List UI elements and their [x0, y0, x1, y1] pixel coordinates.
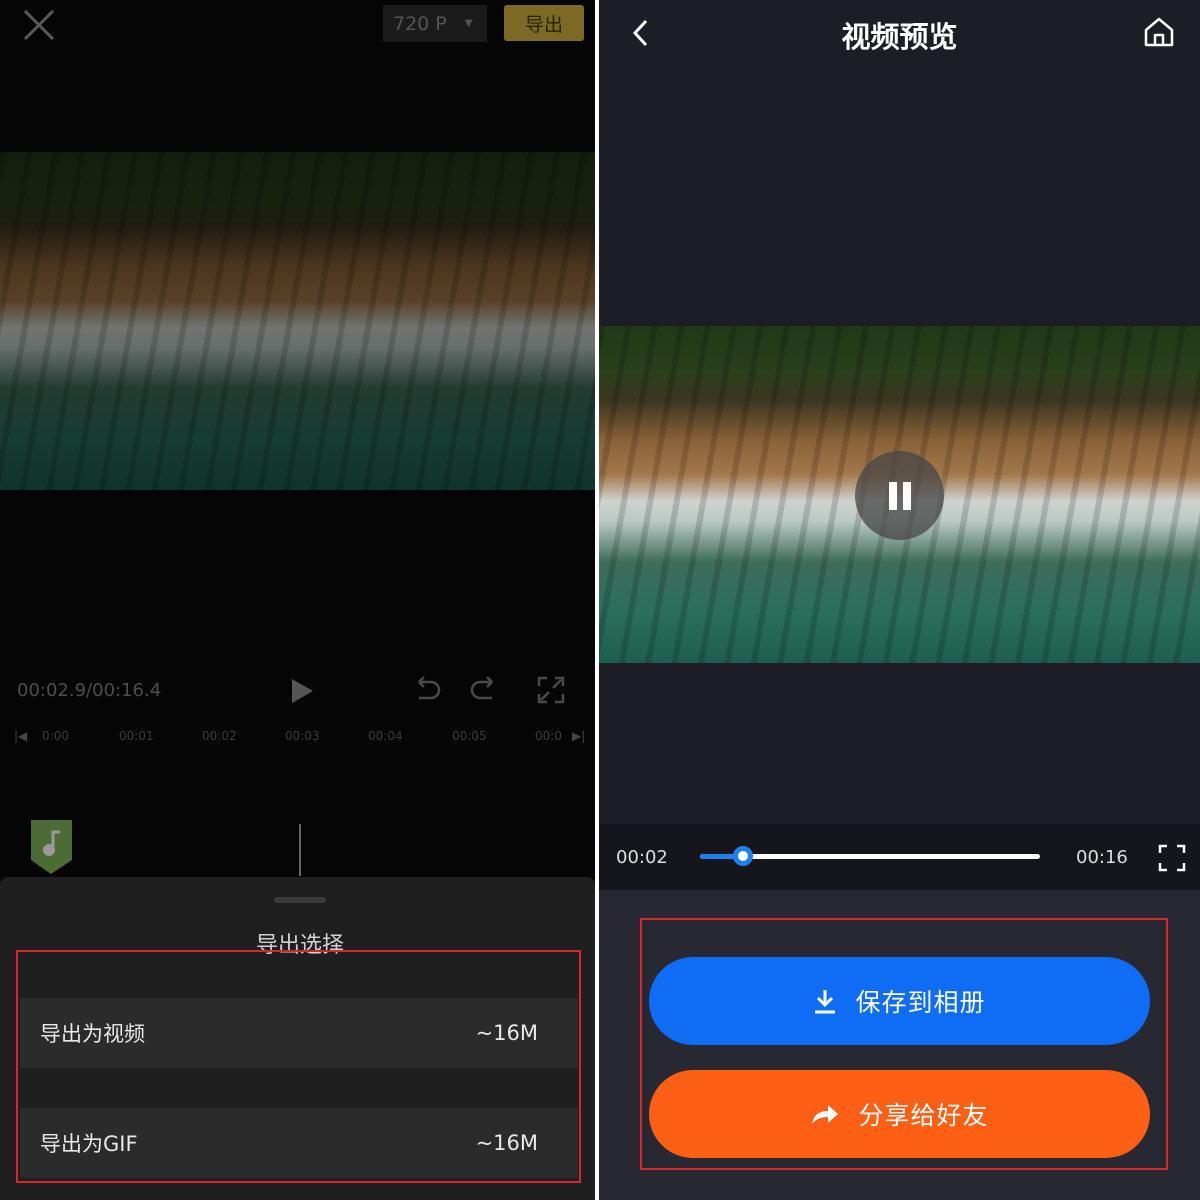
close-icon[interactable]: [22, 8, 56, 42]
skip-start-icon[interactable]: |◀: [14, 729, 27, 743]
chevron-down-icon: ▼: [465, 18, 473, 29]
save-to-album-button[interactable]: 保存到相册: [649, 957, 1150, 1045]
progress-slider[interactable]: [700, 854, 1040, 859]
export-gif-option[interactable]: 导出为GIF ~16M: [20, 1108, 578, 1178]
skip-end-icon[interactable]: ▶|: [572, 729, 585, 743]
fullscreen-icon[interactable]: [1158, 844, 1186, 876]
option-label: 导出为视频: [40, 1018, 145, 1048]
video-preview-panel: 视频预览 00:02 00:16 保存到相册 分享给好友: [599, 0, 1200, 1200]
share-icon: [810, 1102, 840, 1126]
progress-handle[interactable]: [733, 846, 753, 866]
time-display: 00:02.9/00:16.4: [17, 680, 161, 701]
fullscreen-icon[interactable]: [537, 676, 565, 708]
page-title: 视频预览: [599, 14, 1200, 56]
export-editor-panel: 720 P ▼ 导出 00:02.9/00:16.4 |◀ 0:00 00:01…: [0, 0, 595, 1200]
total-time: 00:16: [1076, 847, 1128, 868]
option-size: ~16M: [476, 1021, 538, 1045]
redo-icon[interactable]: [468, 676, 498, 710]
download-icon: [813, 988, 837, 1014]
share-button[interactable]: 分享给好友: [649, 1070, 1150, 1158]
pause-icon: [889, 482, 911, 510]
sheet-handle[interactable]: [274, 897, 326, 903]
playback-bar: 00:02 00:16: [599, 824, 1200, 890]
timeline-tick: 00:01: [119, 729, 154, 743]
share-label: 分享给好友: [858, 1096, 988, 1132]
timeline-tick: 00:03: [285, 729, 320, 743]
save-label: 保存到相册: [855, 983, 985, 1019]
dim-overlay: [0, 152, 595, 490]
current-time: 00:02: [616, 847, 668, 868]
playhead[interactable]: [299, 824, 301, 876]
export-video-option[interactable]: 导出为视频 ~16M: [20, 998, 578, 1068]
export-button[interactable]: 导出: [504, 5, 584, 41]
resolution-value: 720 P: [393, 13, 447, 35]
home-icon[interactable]: [1143, 16, 1175, 52]
timeline-tick: 00:04: [368, 729, 403, 743]
option-label: 导出为GIF: [40, 1128, 138, 1158]
panel-divider: [595, 0, 599, 1200]
undo-icon[interactable]: [413, 676, 443, 710]
timeline-tick: 00:0: [535, 729, 562, 743]
music-marker-icon[interactable]: [31, 820, 73, 880]
resolution-dropdown[interactable]: 720 P ▼: [383, 5, 487, 42]
option-size: ~16M: [476, 1131, 538, 1155]
play-icon[interactable]: [290, 678, 314, 708]
timeline-tick: 00:05: [452, 729, 487, 743]
timeline-tick: 00:02: [202, 729, 237, 743]
pause-button[interactable]: [855, 451, 944, 540]
timeline-tick: 0:00: [42, 729, 69, 743]
